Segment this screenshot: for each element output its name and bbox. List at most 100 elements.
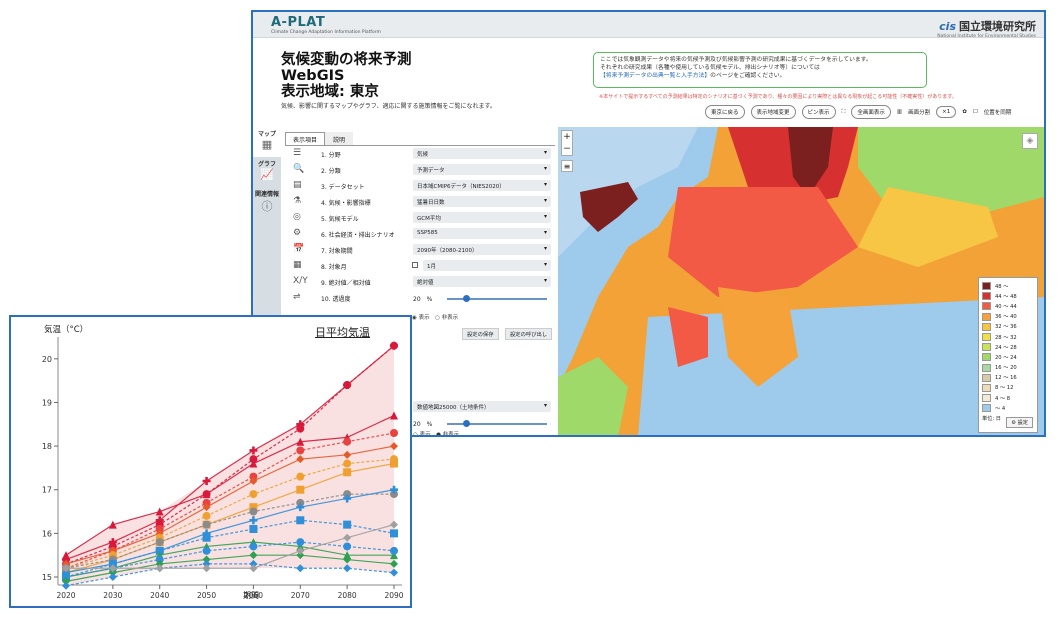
legend-swatch bbox=[982, 302, 991, 311]
month-checkbox[interactable] bbox=[412, 262, 418, 268]
legend-label: 20 ～ 24 bbox=[995, 354, 1017, 361]
data-point bbox=[155, 538, 164, 547]
setting-select[interactable]: 日本域CMIP6データ（NIES2020） bbox=[413, 180, 551, 191]
setting-row-icon: 🔍 bbox=[293, 164, 305, 174]
panel-tabs: 表示項目 説明 bbox=[285, 132, 555, 146]
heat-map[interactable]: + − ≡ ◈ 48 ～ 44 ～ 48 40 ～ 44 36 ～ 40 32 ～ 36 2… bbox=[558, 127, 1044, 437]
legend-label: 8 ～ 12 bbox=[995, 385, 1014, 392]
legend-item: 28 ～ 32 bbox=[982, 332, 1034, 342]
legend-label: 36 ～ 40 bbox=[995, 314, 1017, 321]
legend-swatch bbox=[982, 383, 991, 392]
legend-label: 4 ～ 8 bbox=[995, 395, 1011, 402]
setting-select[interactable]: 絶対値 bbox=[413, 276, 551, 287]
legend-item: 12 ～ 16 bbox=[982, 373, 1034, 383]
gear-icon: ✿ bbox=[962, 109, 967, 115]
map-canvas[interactable] bbox=[558, 127, 1044, 437]
setting-row: ⚗ 4. 気候・影響指標 猛暑日日数 bbox=[285, 194, 555, 210]
base-opacity-pct: % bbox=[426, 421, 433, 428]
data-point bbox=[296, 424, 305, 433]
legend-swatch bbox=[982, 333, 991, 342]
layers-icon[interactable]: ◈ bbox=[1022, 133, 1038, 149]
sidebar-item-graph[interactable]: グラフ 📈 bbox=[253, 157, 281, 187]
load-settings-button[interactable]: 設定の呼び出し bbox=[505, 328, 553, 340]
legend-item: 32 ～ 36 bbox=[982, 322, 1034, 332]
legend-swatch bbox=[982, 353, 991, 362]
split-select[interactable]: ×1 bbox=[936, 106, 957, 118]
fullscreen-button[interactable]: 全画面表示 bbox=[851, 105, 891, 119]
setting-row: ◎ 5. 気候モデル GCM平均 bbox=[285, 210, 555, 226]
y-tick-label: 18 bbox=[42, 442, 52, 451]
setting-row-label: 7. 対象期間 bbox=[321, 248, 353, 255]
setting-row: X/Y 9. 絶対値／相対値 絶対値 bbox=[285, 274, 555, 290]
data-point bbox=[296, 485, 305, 494]
setting-row-icon: ▦ bbox=[293, 260, 302, 270]
data-point bbox=[202, 511, 211, 520]
map-legend: 48 ～ 44 ～ 48 40 ～ 44 36 ～ 40 32 ～ 36 28 ～ 32 2… bbox=[978, 277, 1038, 433]
setting-select[interactable]: SSP585 bbox=[413, 228, 551, 239]
show-radio[interactable]: ◉ 表示 ○ 非表示 bbox=[412, 313, 458, 321]
logo-subtitle: Climate Change Adaptation Information Pl… bbox=[271, 30, 381, 35]
setting-row: 📅 7. 対象期間 2090年（2080-2100） bbox=[285, 242, 555, 258]
x-tick-label: 2020 bbox=[56, 591, 75, 600]
pin-button[interactable]: ピン表示 bbox=[801, 105, 836, 119]
x-tick-label: 2080 bbox=[338, 591, 357, 600]
legend-label: 48 ～ bbox=[995, 283, 1009, 290]
title-line-3: 表示地域: 東京 bbox=[281, 84, 379, 100]
legend-swatch bbox=[982, 404, 991, 413]
opacity-slider[interactable] bbox=[447, 295, 547, 302]
nies-logo[interactable]: cis 国立環境研究所 National Institute for Environ… bbox=[937, 15, 1036, 39]
data-point bbox=[390, 529, 398, 538]
opacity-value: 20 % bbox=[413, 294, 432, 303]
setting-row: ☰ 1. 分野 気候 bbox=[285, 146, 555, 162]
legend-swatch bbox=[982, 343, 991, 352]
setting-select[interactable]: 気候 bbox=[413, 148, 551, 159]
title-line-1: 気候変動の将来予測 bbox=[281, 52, 412, 68]
setting-select[interactable]: 1月 bbox=[423, 260, 551, 271]
data-point bbox=[343, 520, 352, 529]
tab-description[interactable]: 説明 bbox=[325, 132, 354, 145]
data-source-link[interactable]: 【将来予測データの出典一覧と入手方法】 bbox=[600, 73, 710, 79]
setting-row-icon: ☰ bbox=[293, 148, 302, 158]
zoom-in-button[interactable]: + bbox=[562, 131, 572, 143]
setting-select[interactable]: 猛暑日日数 bbox=[413, 196, 551, 207]
legend-item: 40 ～ 44 bbox=[982, 301, 1034, 311]
setting-select[interactable]: 2090年（2080-2100） bbox=[413, 244, 551, 255]
sidebar-item-info[interactable]: 関連情報 ⓘ bbox=[253, 187, 281, 217]
setting-row-label: 9. 絶対値／相対値 bbox=[321, 280, 371, 287]
setting-row-icon: ▤ bbox=[293, 180, 302, 190]
base-map-select[interactable]: 数値地図25000（土地条件） bbox=[413, 401, 551, 412]
slider-handle[interactable] bbox=[463, 420, 470, 427]
fullscreen-icon[interactable]: ⛶ bbox=[842, 109, 846, 116]
tab-display-items[interactable]: 表示項目 bbox=[285, 132, 326, 145]
sync-checkbox[interactable]: ☐ bbox=[973, 109, 978, 115]
map-menu-button[interactable]: ≡ bbox=[561, 160, 573, 172]
opacity-pct: % bbox=[426, 296, 433, 303]
base-opacity-slider[interactable] bbox=[447, 420, 547, 427]
logo-text: A-PLAT bbox=[271, 15, 326, 30]
setting-row: ▦ 8. 対象月 1月 bbox=[285, 258, 555, 274]
sidebar-label-map: マップ bbox=[257, 131, 276, 138]
setting-row-label: 4. 気候・影響指標 bbox=[321, 200, 371, 207]
legend-swatch bbox=[982, 312, 991, 321]
show-label: 表示 bbox=[418, 315, 430, 321]
slider-handle[interactable] bbox=[463, 295, 470, 302]
save-settings-button[interactable]: 設定の保存 bbox=[462, 328, 499, 340]
info-icon: ⓘ bbox=[261, 200, 273, 213]
sync-label: 位置を同期 bbox=[983, 110, 1012, 116]
legend-settings-button[interactable]: ⚙ 設定 bbox=[1006, 417, 1033, 428]
base-show-radio[interactable]: ○ 表示 ● 非表示 bbox=[413, 430, 459, 435]
setting-row-icon: ⚙ bbox=[293, 228, 302, 238]
back-to-tokyo-button[interactable]: 東京に戻る bbox=[705, 105, 745, 119]
change-region-button[interactable]: 表示地域変更 bbox=[750, 105, 796, 119]
setting-select[interactable]: 予測データ bbox=[413, 164, 551, 175]
legend-label: ～ 4 bbox=[995, 405, 1006, 412]
aplat-logo[interactable]: A-PLAT Climate Change Adaptation Informat… bbox=[271, 15, 381, 35]
zoom-out-button[interactable]: − bbox=[562, 143, 572, 155]
setting-row-label: 2. 分類 bbox=[321, 168, 341, 175]
sidebar-item-map[interactable]: マップ ▦ bbox=[253, 127, 281, 157]
legend-label: 24 ～ 28 bbox=[995, 344, 1017, 351]
institute-name: 国立環境研究所 bbox=[959, 20, 1036, 33]
legend-item: 44 ～ 48 bbox=[982, 291, 1034, 301]
setting-select[interactable]: GCM平均 bbox=[413, 212, 551, 223]
setting-row-label: 5. 気候モデル bbox=[321, 216, 359, 223]
